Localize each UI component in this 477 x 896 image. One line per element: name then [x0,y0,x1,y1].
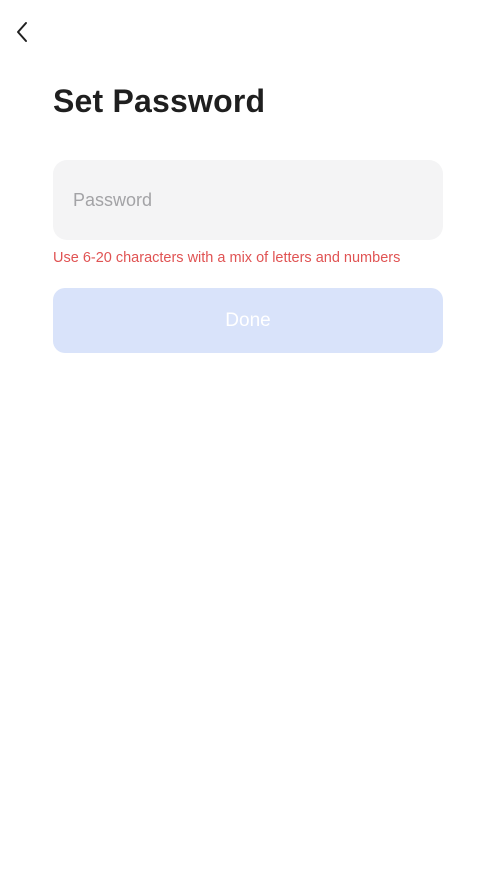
set-password-screen: Set Password Use 6-20 characters with a … [0,0,477,896]
password-hint-text: Use 6-20 characters with a mix of letter… [53,250,401,266]
chevron-left-icon [17,22,27,42]
done-button[interactable]: Done [53,288,443,353]
password-input[interactable] [53,160,443,240]
page-title: Set Password [53,83,266,119]
back-button[interactable] [8,14,36,50]
